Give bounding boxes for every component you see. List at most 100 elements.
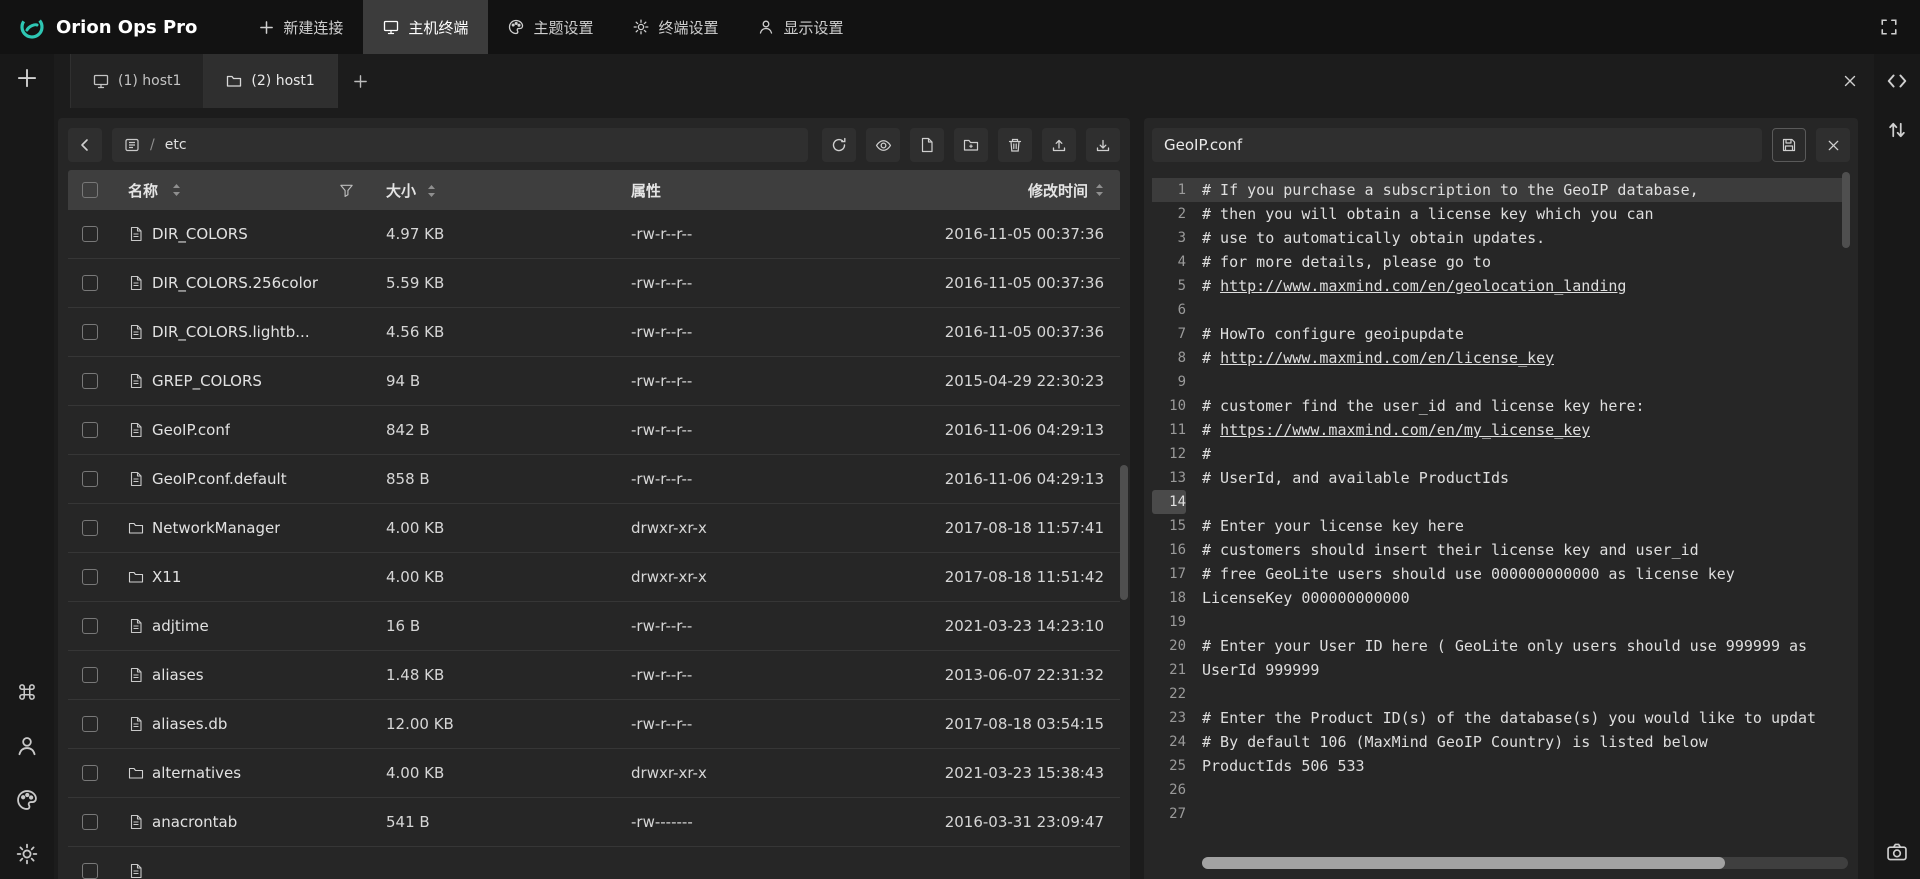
column-header-mtime[interactable]: 修改时间 — [1028, 180, 1088, 201]
file-manager-toolbar: / etc — [68, 128, 1120, 162]
nav-display-settings[interactable]: 显示设置 — [738, 0, 863, 54]
code-line: 17 # free GeoLite users should use 00000… — [1152, 562, 1850, 586]
table-row[interactable]: DIR_COLORS 4.97 KB -rw-r--r-- 2016-11-05… — [68, 210, 1120, 259]
fullscreen-button[interactable] — [1880, 18, 1898, 36]
row-checkbox[interactable] — [82, 373, 98, 389]
sort-icon[interactable] — [172, 183, 181, 197]
tab-host1-files[interactable]: (2) host1 — [204, 54, 337, 108]
tab-host1-terminal[interactable]: (1) host1 — [70, 54, 204, 108]
file-size: 5.59 KB — [370, 274, 615, 292]
preview-button[interactable] — [866, 128, 900, 162]
users-icon[interactable] — [16, 735, 38, 757]
rail-add-button[interactable] — [17, 68, 37, 88]
breadcrumb-current[interactable]: etc — [165, 137, 187, 153]
file-attr: -rw-r--r-- — [615, 323, 944, 341]
main-nav: 新建连接 主机终端 主题设置 终端设置 显示设置 — [239, 0, 863, 54]
line-text: # customers should insert their license … — [1186, 538, 1699, 562]
save-button[interactable] — [1772, 128, 1806, 162]
gear-icon[interactable] — [16, 843, 38, 865]
file-icon — [128, 814, 144, 830]
editor-header: GeoIP.conf — [1152, 128, 1850, 162]
line-text: ProductIds 506 533 — [1186, 754, 1365, 778]
column-header-size[interactable]: 大小 — [386, 182, 416, 200]
nav-new-connection[interactable]: 新建连接 — [239, 0, 363, 54]
row-checkbox[interactable] — [82, 765, 98, 781]
table-row[interactable]: GREP_COLORS 94 B -rw-r--r-- 2015-04-29 2… — [68, 357, 1120, 406]
filter-icon[interactable] — [339, 183, 354, 198]
sort-icon[interactable] — [1095, 183, 1104, 197]
delete-button[interactable] — [998, 128, 1032, 162]
file-mtime: 2016-11-06 04:29:13 — [944, 470, 1120, 488]
new-file-button[interactable] — [910, 128, 944, 162]
row-checkbox[interactable] — [82, 324, 98, 340]
row-checkbox[interactable] — [82, 716, 98, 732]
command-icon[interactable] — [16, 681, 38, 703]
file-table-body: DIR_COLORS 4.97 KB -rw-r--r-- 2016-11-05… — [68, 210, 1120, 879]
file-list-scrollbar[interactable] — [1120, 465, 1128, 600]
table-row[interactable]: X11 4.00 KB drwxr-xr-x 2017-08-18 11:51:… — [68, 553, 1120, 602]
code-line: 10 # customer find the user_id and licen… — [1152, 394, 1850, 418]
app-logo-icon — [18, 13, 46, 41]
row-checkbox[interactable] — [82, 471, 98, 487]
palette-icon[interactable] — [16, 789, 38, 811]
file-attr: -rw-r--r-- — [615, 225, 944, 243]
code-icon[interactable] — [1886, 70, 1908, 92]
table-row[interactable]: DIR_COLORS.lightb... 4.56 KB -rw-r--r-- … — [68, 308, 1120, 357]
row-checkbox[interactable] — [82, 569, 98, 585]
download-button[interactable] — [1086, 128, 1120, 162]
camera-icon[interactable] — [1886, 841, 1908, 863]
table-row[interactable]: GeoIP.conf 842 B -rw-r--r-- 2016-11-06 0… — [68, 406, 1120, 455]
editor-vscrollbar[interactable] — [1842, 172, 1850, 248]
row-checkbox[interactable] — [82, 667, 98, 683]
refresh-button[interactable] — [822, 128, 856, 162]
table-row[interactable]: adjtime 16 B -rw-r--r-- 2021-03-23 14:23… — [68, 602, 1120, 651]
nav-theme-settings[interactable]: 主题设置 — [488, 0, 613, 54]
line-number: 21 — [1152, 658, 1186, 682]
code-editor[interactable]: 1 # If you purchase a subscription to th… — [1152, 170, 1850, 879]
column-header-name[interactable]: 名称 — [128, 180, 158, 201]
row-checkbox[interactable] — [82, 618, 98, 634]
row-checkbox[interactable] — [82, 863, 98, 879]
file-size: 12.00 KB — [370, 715, 615, 733]
table-row[interactable]: aliases.db 12.00 KB -rw-r--r-- 2017-08-1… — [68, 700, 1120, 749]
select-all-checkbox[interactable] — [82, 182, 98, 198]
line-text: # Enter your User ID here ( GeoLite only… — [1186, 634, 1807, 658]
file-attr: -rw-r--r-- — [615, 274, 944, 292]
row-checkbox[interactable] — [82, 422, 98, 438]
sort-icon[interactable] — [427, 184, 436, 198]
content-area: / etc — [54, 108, 1874, 879]
upload-button[interactable] — [1042, 128, 1076, 162]
table-row[interactable]: NetworkManager 4.00 KB drwxr-xr-x 2017-0… — [68, 504, 1120, 553]
row-checkbox[interactable] — [82, 275, 98, 291]
nav-host-terminal[interactable]: 主机终端 — [363, 0, 488, 54]
back-button[interactable] — [68, 128, 102, 162]
table-row[interactable] — [68, 847, 1120, 879]
row-checkbox[interactable] — [82, 520, 98, 536]
column-header-attr: 属性 — [631, 182, 661, 200]
editor-close-button[interactable] — [1816, 128, 1850, 162]
file-size: 4.00 KB — [370, 519, 615, 537]
nav-label: 主题设置 — [533, 17, 593, 38]
breadcrumb[interactable]: / etc — [112, 128, 808, 162]
table-row[interactable]: DIR_COLORS.256color 5.59 KB -rw-r--r-- 2… — [68, 259, 1120, 308]
theme-icon — [508, 19, 524, 35]
table-row[interactable]: aliases 1.48 KB -rw-r--r-- 2013-06-07 22… — [68, 651, 1120, 700]
code-line: 18 LicenseKey 000000000000 — [1152, 586, 1850, 610]
hscroll-thumb[interactable] — [1202, 857, 1725, 869]
line-number: 16 — [1152, 538, 1186, 562]
file-mtime: 2016-11-05 00:37:36 — [944, 274, 1120, 292]
row-checkbox[interactable] — [82, 226, 98, 242]
table-row[interactable]: GeoIP.conf.default 858 B -rw-r--r-- 2016… — [68, 455, 1120, 504]
line-text: # customer find the user_id and license … — [1186, 394, 1645, 418]
swap-icon[interactable] — [1887, 120, 1907, 140]
tabbar-close-icon[interactable] — [1842, 73, 1858, 89]
row-checkbox[interactable] — [82, 814, 98, 830]
table-row[interactable]: alternatives 4.00 KB drwxr-xr-x 2021-03-… — [68, 749, 1120, 798]
nav-terminal-settings[interactable]: 终端设置 — [613, 0, 738, 54]
new-tab-button[interactable] — [338, 54, 384, 108]
editor-hscrollbar[interactable] — [1202, 857, 1848, 869]
table-row[interactable]: anacrontab 541 B -rw------- 2016-03-31 2… — [68, 798, 1120, 847]
left-rail — [0, 54, 54, 879]
new-folder-button[interactable] — [954, 128, 988, 162]
code-line: 4 # for more details, please go to — [1152, 250, 1850, 274]
